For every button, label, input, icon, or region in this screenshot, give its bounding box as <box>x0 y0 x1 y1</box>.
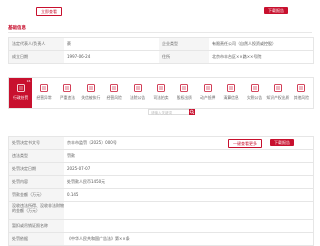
chart-icon <box>110 84 119 92</box>
tab-label: 法院公告 <box>130 95 146 100</box>
tab-9[interactable]: 动产抵押 <box>196 78 219 108</box>
tab-8[interactable]: 股权出质 <box>173 78 196 108</box>
clipboard-icon <box>227 84 236 92</box>
tab-11[interactable]: 欠税公告 <box>243 78 266 108</box>
penalty-detail-table: 处罚决定书文号 京丰市监罚〔2025〕000号 违法类型 罚款 处罚决定日期 2025-0… <box>8 136 314 246</box>
search-input[interactable]: 请输入关键词 <box>148 109 190 115</box>
tab-label: 经营风险 <box>106 95 122 100</box>
hammer-icon <box>157 84 165 92</box>
detail-label: 处罚内容 <box>9 176 64 188</box>
info-label: 企业类型 <box>159 38 209 50</box>
more-icon <box>297 84 306 92</box>
tab-label: 欠税公告 <box>246 95 263 100</box>
info-label: 成立日期 <box>9 51 64 63</box>
detail-download-button[interactable]: 下载报告 <box>270 139 294 146</box>
detail-label: 处罚决定日期 <box>9 163 64 175</box>
detail-value: 2025-07-07 <box>67 166 91 171</box>
detail-row: 违法类型 罚款 <box>9 150 313 163</box>
tab-label: 经营异常 <box>36 95 52 100</box>
tab-label: 行政处罚 <box>13 95 29 100</box>
tab-label: 严重违法 <box>59 95 76 100</box>
tab-12[interactable]: 知识产权出质 <box>266 78 289 108</box>
tab-label: 动产抵押 <box>200 95 216 100</box>
detail-value <box>64 202 224 219</box>
tab-label: 失信被执行 <box>81 95 101 100</box>
info-value: 1997-06-24 <box>67 54 91 59</box>
tab-label: 其他风险 <box>293 95 309 100</box>
tax-icon <box>250 84 259 92</box>
info-value: 蔡 <box>67 41 71 46</box>
detail-value <box>64 220 224 232</box>
search-button[interactable] <box>189 109 195 115</box>
person-icon <box>86 84 95 92</box>
detail-row: 没收违法所得、没收非法财物的金额（万元） <box>9 202 313 220</box>
divider <box>8 32 312 33</box>
detail-row: 处罚依据 《中华人民共和国广告法》第××条 <box>9 233 313 245</box>
detail-label: 违法类型 <box>9 150 64 162</box>
megaphone-icon <box>133 84 142 92</box>
ip-icon <box>274 84 282 92</box>
detail-row: 处罚决定日期 2025-07-07 <box>9 163 313 176</box>
tab-7[interactable]: 司法拍卖 <box>149 78 172 108</box>
detail-row: 处罚内容 处罚款人民币1450元 <box>9 176 313 189</box>
alert-icon <box>63 84 72 92</box>
detail-label: 暂扣或吊销证照名称 <box>9 220 64 232</box>
tab-4[interactable]: 失信被执行 <box>79 78 102 108</box>
tab-5[interactable]: 经营风险 <box>103 78 126 108</box>
info-value: 北京市丰台区××路××号院 <box>212 54 262 59</box>
company-info-table: 法定代表人/负责人 蔡 企业类型 有限责任公司（自然人投资或控股） 成立日期 1… <box>8 37 314 64</box>
tab-label: 股权出质 <box>176 95 192 100</box>
mortgage-icon <box>203 84 212 92</box>
tab-6[interactable]: 法院公告 <box>126 78 149 108</box>
section-title: 基础信息 <box>8 26 26 31</box>
detail-label: 罚款金额（万元） <box>9 189 64 201</box>
tab-2[interactable]: 经营异常 <box>32 78 55 108</box>
info-label: 住所 <box>159 51 209 63</box>
tab-10[interactable]: 清算信息 <box>219 78 242 108</box>
search-icon <box>189 109 195 115</box>
view-button[interactable]: 立即查看 <box>36 7 62 16</box>
risk-tab-bar: 行政处罚 16 经营异常 严重违法 失信被执行 经营风险 法院公告 司法拍卖 股权出质 动产抵押 清… <box>8 77 314 109</box>
tab-label: 司法拍卖 <box>153 95 169 100</box>
detail-value: 京丰市监罚〔2025〕000号 <box>67 140 117 145</box>
tab-label: 清算信息 <box>223 95 239 100</box>
view-more-button[interactable]: 一键查看更多 <box>228 139 262 148</box>
warning-icon <box>40 84 48 92</box>
tab-1[interactable]: 行政处罚 16 <box>9 78 33 108</box>
tab-label: 知识产权出质 <box>266 95 290 100</box>
detail-row: 罚款金额（万元） 0.145 <box>9 189 313 202</box>
info-value: 有限责任公司（自然人投资或控股） <box>212 41 276 46</box>
tab-3[interactable]: 严重违法 <box>56 78 79 108</box>
detail-row: 处罚决定书文号 京丰市监罚〔2025〕000号 <box>9 137 313 150</box>
detail-value: 罚款 <box>67 153 75 158</box>
share-icon <box>180 84 189 92</box>
detail-label: 处罚决定书文号 <box>9 137 64 149</box>
info-row: 成立日期 1997-06-24 住所 北京市丰台区××路××号院 <box>9 51 313 63</box>
detail-row: 暂扣或吊销证照名称 <box>9 220 313 233</box>
detail-value: 处罚款人民币1450元 <box>67 179 106 184</box>
tab-13[interactable]: 其他风险 <box>290 78 313 108</box>
download-report-button[interactable]: 下载报告 <box>264 7 288 14</box>
gavel-icon <box>16 84 25 92</box>
tab-count: 16 <box>26 79 31 83</box>
info-label: 法定代表人/负责人 <box>9 38 64 50</box>
info-row: 法定代表人/负责人 蔡 企业类型 有限责任公司（自然人投资或控股） <box>9 38 313 51</box>
detail-label: 没收违法所得、没收非法财物的金额（万元） <box>9 202 64 219</box>
detail-value: 《中华人民共和国广告法》第××条 <box>67 236 130 241</box>
detail-label: 处罚依据 <box>9 233 64 245</box>
detail-value: 0.145 <box>67 192 79 197</box>
